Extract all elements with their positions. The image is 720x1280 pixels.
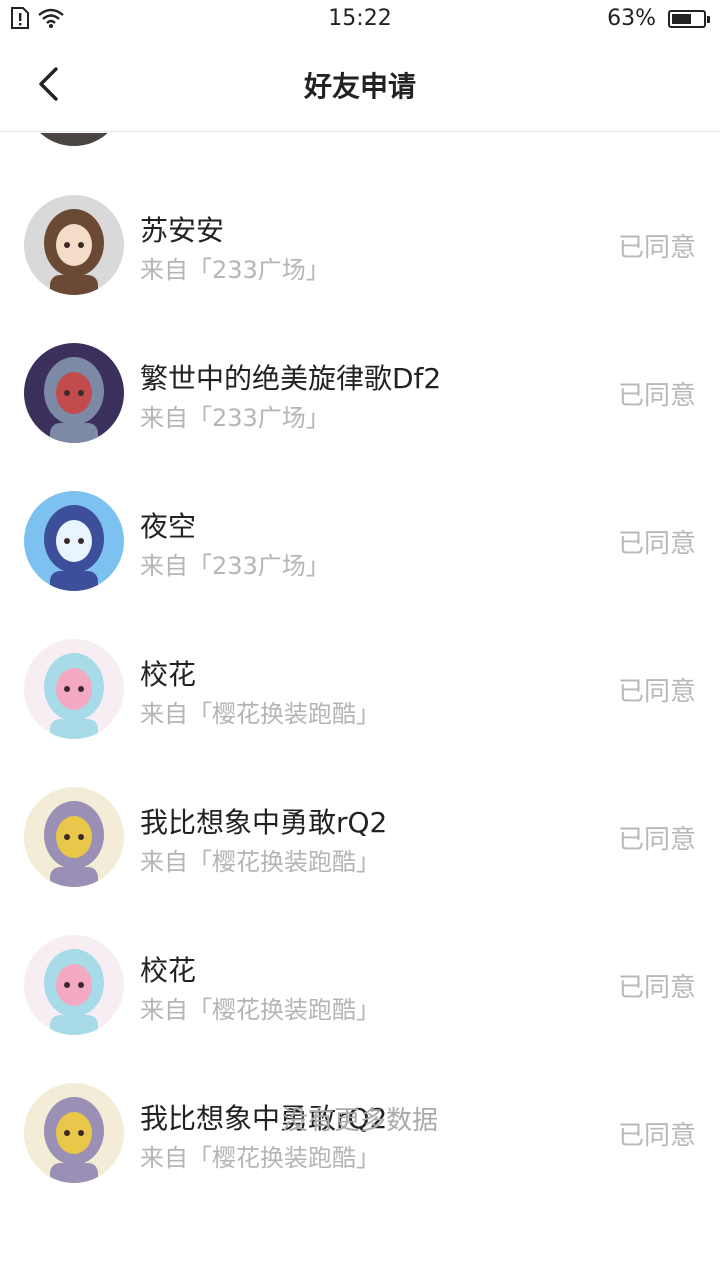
list-item[interactable]: 繁世中的绝美旋律歌Df2 来自「233广场」 已同意 xyxy=(0,343,720,491)
battery-icon xyxy=(668,9,710,28)
request-source: 来自「233广场」 xyxy=(140,256,330,284)
status-right: 63% xyxy=(607,6,710,31)
nav-bar: 好友申请 xyxy=(0,38,720,132)
request-status: 已同意 xyxy=(617,973,696,1003)
battery-percent: 63% xyxy=(607,6,656,31)
request-status: 已同意 xyxy=(617,677,696,707)
avatar[interactable] xyxy=(24,343,124,443)
request-status: 已同意 xyxy=(617,529,696,559)
avatar-partial xyxy=(24,133,124,146)
list-item[interactable]: 苏安安来自「233广场」 已同意 xyxy=(0,195,720,343)
avatar[interactable] xyxy=(24,787,124,887)
request-source: 来自「樱花换装跑酷」 xyxy=(140,848,380,876)
request-source: 来自「233广场」 xyxy=(140,404,330,432)
list-item[interactable]: 夜空来自「233广场」 已同意 xyxy=(0,491,720,639)
avatar[interactable] xyxy=(24,491,124,591)
request-status: 已同意 xyxy=(617,233,696,263)
avatar[interactable] xyxy=(24,639,124,739)
request-name: 繁世中的绝美旋律歌Df2 xyxy=(140,362,442,395)
list-item[interactable]: 校花来自「樱花换装跑酷」 已同意 xyxy=(0,935,720,1083)
list-item[interactable]: 我比想象中勇敢rQ2 来自「樱花换装跑酷」 已同意 xyxy=(0,787,720,935)
request-name: 校花 xyxy=(140,658,197,691)
request-name: 校花 xyxy=(140,954,197,987)
request-status: 已同意 xyxy=(617,825,696,855)
status-bar: 15:22 63% xyxy=(0,0,720,38)
request-source: 来自「樱花换装跑酷」 xyxy=(140,1144,380,1172)
request-status: 已同意 xyxy=(617,381,696,411)
request-source: 来自「樱花换装跑酷」 xyxy=(140,700,380,728)
request-name: 苏安安 xyxy=(140,214,225,247)
request-name: 我比想象中勇敢rQ2 xyxy=(140,806,388,839)
list-item[interactable]: 校花来自「樱花换装跑酷」 已同意 xyxy=(0,639,720,787)
request-name: 夜空 xyxy=(140,510,197,543)
request-source: 来自「樱花换装跑酷」 xyxy=(140,996,380,1024)
avatar[interactable] xyxy=(24,195,124,295)
page-title: 好友申请 xyxy=(303,70,416,103)
avatar[interactable] xyxy=(24,935,124,1035)
battery-fill xyxy=(672,13,691,24)
request-source: 来自「233广场」 xyxy=(140,552,330,580)
no-more-data-label: 没有更多数据 xyxy=(281,1106,438,1136)
